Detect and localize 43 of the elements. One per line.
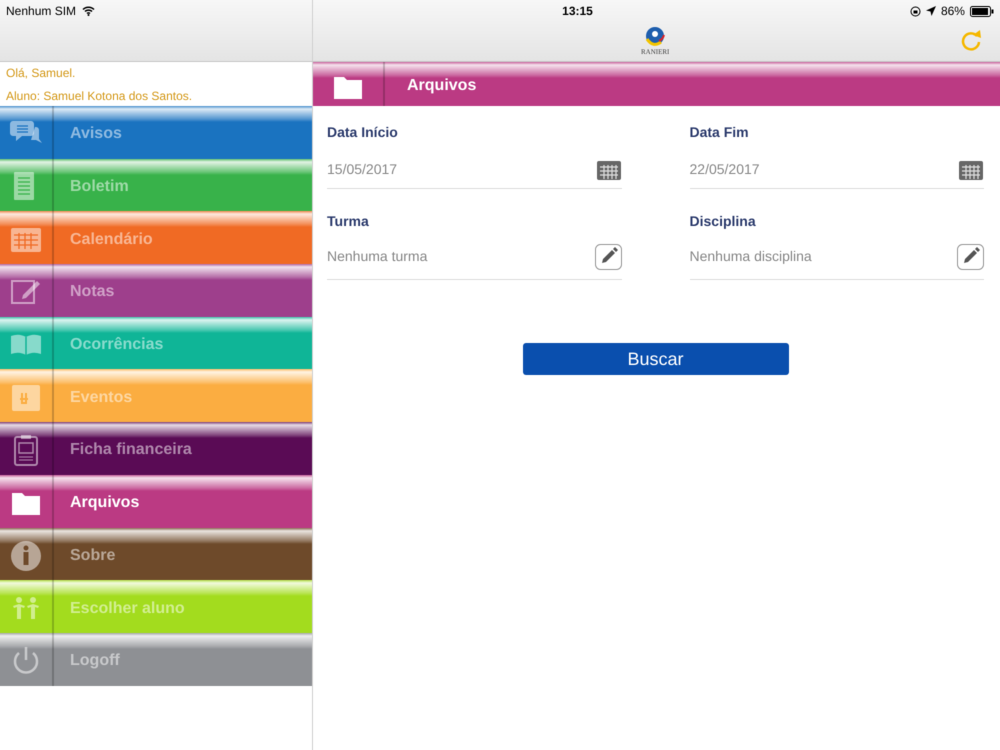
field-label: Data Início [327, 123, 399, 142]
menu-icon-tile[interactable] [0, 316, 54, 370]
info-icon [9, 538, 43, 573]
search-button[interactable]: Buscar [522, 343, 788, 375]
student-name-text: Aluno: Samuel Kotona dos Santos. [6, 88, 194, 104]
selection-value[interactable]: Nenhuma disciplina [690, 246, 812, 267]
menu-icon-tile[interactable] [0, 474, 54, 528]
calendar-icon[interactable] [596, 158, 622, 180]
carrier-text: Nenhum SIM [6, 3, 76, 20]
menu-icon-tile[interactable] [0, 528, 54, 580]
menu-item[interactable]: Logoff [54, 632, 312, 686]
date-value[interactable]: 15/05/2017 [327, 159, 398, 180]
selection-value[interactable]: Nenhuma turma [327, 246, 428, 267]
field-label: Data Fim [690, 123, 750, 142]
wifi-icon [82, 6, 96, 16]
menu-icon-tile[interactable] [0, 632, 54, 686]
menu-item[interactable]: Ficha financeira [54, 422, 312, 475]
menu-item[interactable]: Notas [54, 264, 312, 317]
menu-item[interactable]: Avisos [54, 106, 312, 159]
menu-icon-tile[interactable] [0, 211, 54, 264]
rotation-lock-icon [910, 6, 921, 16]
battery-icon [970, 6, 994, 16]
field-label: Disciplina [690, 212, 757, 231]
location-arrow-icon [926, 6, 936, 16]
menu-item[interactable]: Arquivos [54, 474, 312, 528]
edit-icon[interactable] [957, 244, 984, 270]
calendar-icon[interactable] [958, 158, 984, 180]
clock-text: 13:15 [562, 3, 593, 20]
menu-icon-tile[interactable] [0, 369, 54, 422]
menu-icon-tile[interactable] [0, 264, 54, 317]
menu-icon-tile[interactable] [0, 580, 54, 633]
greeting-text: Olá, Samuel. [6, 64, 76, 82]
menu-icon-tile[interactable] [0, 422, 54, 475]
battery-text: 86% [940, 3, 965, 20]
field-label: Turma [327, 212, 370, 231]
date-value[interactable]: 22/05/2017 [690, 159, 760, 180]
menu-item[interactable]: Boletim [54, 158, 312, 212]
menu-icon-tile[interactable] [0, 158, 54, 212]
menu-item[interactable]: Sobre [54, 528, 312, 580]
edit-icon[interactable] [594, 244, 622, 270]
page-title: Arquivos [385, 62, 1000, 106]
menu-item[interactable]: Calendário [54, 211, 312, 264]
menu-icon-tile[interactable] [0, 106, 54, 159]
